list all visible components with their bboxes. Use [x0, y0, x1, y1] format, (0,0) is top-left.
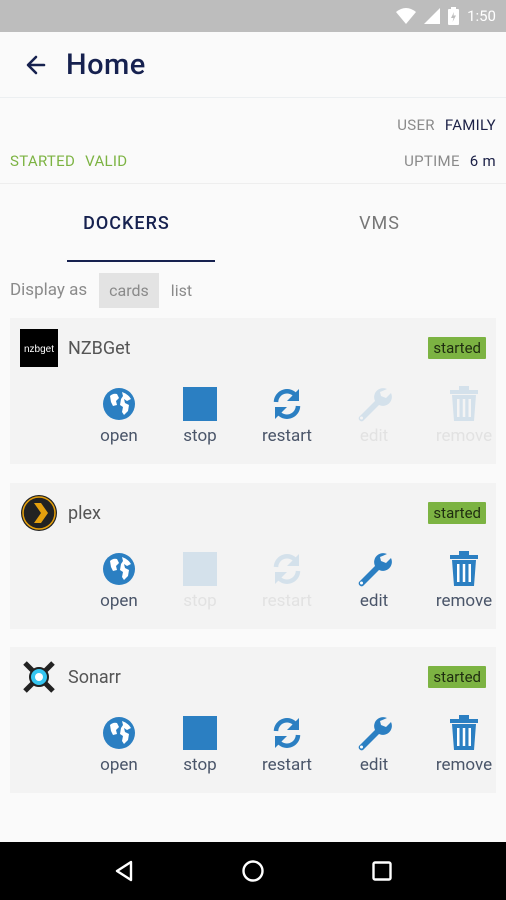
nzbget-logo: nzbget: [20, 329, 58, 367]
signal-icon: [424, 8, 441, 24]
restart-button[interactable]: restart: [242, 713, 332, 775]
globe-icon: [74, 384, 164, 424]
restart-label: restart: [262, 591, 312, 611]
trash-icon: [419, 384, 506, 424]
tab-bar: DOCKERS VMS: [0, 184, 506, 262]
stop-label: stop: [183, 426, 217, 446]
wrench-icon: [329, 549, 419, 589]
back-button[interactable]: [6, 32, 66, 98]
open-label: open: [100, 591, 138, 611]
open-button[interactable]: open: [74, 713, 164, 775]
globe-icon: [74, 549, 164, 589]
display-label: Display as: [10, 280, 88, 300]
restart-icon: [242, 713, 332, 753]
stop-icon: [155, 549, 245, 589]
open-label: open: [100, 755, 138, 775]
stop-button[interactable]: stop: [155, 384, 245, 446]
server-info: USER FAMILY STARTED VALID UPTIME 6 m: [0, 98, 506, 184]
restart-button[interactable]: restart: [242, 384, 332, 446]
edit-label: edit: [359, 755, 389, 775]
triangle-back-icon: [116, 860, 133, 882]
remove-label: remove: [435, 591, 493, 611]
remove-button[interactable]: remove: [419, 713, 506, 775]
back-nav-button[interactable]: [94, 842, 154, 900]
open-button[interactable]: open: [74, 549, 164, 611]
stop-button[interactable]: stop: [155, 713, 245, 775]
svg-text:nzbget: nzbget: [24, 344, 54, 355]
user-label: USER: [397, 116, 435, 134]
restart-button: restart: [242, 549, 332, 611]
clock-time: 1:50: [467, 7, 496, 25]
system-nav-bar: [0, 842, 506, 900]
open-label: open: [100, 426, 138, 446]
sonarr-logo: [20, 658, 58, 696]
restart-icon: [242, 384, 332, 424]
page-title: Home: [66, 47, 146, 82]
docker-name: NZBGet: [68, 337, 131, 359]
array-state: STARTED: [10, 152, 76, 170]
remove-label: remove: [435, 755, 493, 775]
display-option-list[interactable]: list: [161, 273, 202, 308]
docker-name: plex: [68, 502, 101, 524]
trash-icon: [419, 549, 506, 589]
plex-logo: [20, 494, 58, 532]
docker-actions: open stop restart edit remove: [10, 384, 496, 454]
edit-label: edit: [359, 591, 389, 611]
registration-state: VALID: [85, 152, 128, 170]
docker-card-plex: plex started open stop restart edit remove: [10, 483, 496, 629]
wrench-icon: [329, 384, 419, 424]
docker-actions: open stop restart edit remove: [10, 713, 496, 783]
trash-icon: [419, 713, 506, 753]
stop-icon: [155, 384, 245, 424]
stop-icon: [155, 713, 245, 753]
docker-name: Sonarr: [68, 666, 121, 688]
stop-button: stop: [155, 549, 245, 611]
docker-actions: open stop restart edit remove: [10, 549, 496, 619]
remove-button: remove: [419, 384, 506, 446]
edit-button[interactable]: edit: [329, 549, 419, 611]
edit-button[interactable]: edit: [329, 713, 419, 775]
stop-label: stop: [183, 591, 217, 611]
uptime-value: 6 m: [469, 152, 496, 170]
tab-vms[interactable]: VMS: [253, 184, 506, 262]
recents-nav-button[interactable]: [352, 842, 412, 900]
app-bar: Home: [0, 32, 506, 98]
wifi-icon: [396, 8, 417, 24]
docker-card-nzbget: nzbget NZBGet started open stop restart edi…: [10, 318, 496, 464]
arrow-left-icon: [26, 55, 46, 74]
display-toggle: Display as cards list: [10, 272, 202, 308]
display-option-cards[interactable]: cards: [99, 272, 159, 308]
status-badge: started: [428, 502, 486, 524]
globe-icon: [74, 713, 164, 753]
status-badge: started: [428, 666, 486, 688]
remove-label: remove: [435, 426, 493, 446]
circle-home-icon: [242, 860, 264, 882]
stop-label: stop: [183, 755, 217, 775]
battery-icon: [448, 7, 460, 25]
restart-label: restart: [262, 755, 312, 775]
uptime-label: UPTIME: [404, 152, 460, 170]
square-recents-icon: [371, 861, 392, 881]
edit-button: edit: [329, 384, 419, 446]
open-button[interactable]: open: [74, 384, 164, 446]
docker-card-sonarr: Sonarr started open stop restart edit remove: [10, 647, 496, 793]
status-badge: started: [428, 337, 486, 359]
remove-button[interactable]: remove: [419, 549, 506, 611]
tab-dockers[interactable]: DOCKERS: [0, 184, 253, 262]
edit-label: edit: [359, 426, 389, 446]
user-value: FAMILY: [444, 116, 496, 134]
wrench-icon: [329, 713, 419, 753]
status-bar: 1:50: [0, 0, 506, 32]
restart-icon: [242, 549, 332, 589]
restart-label: restart: [262, 426, 312, 446]
home-nav-button[interactable]: [223, 842, 283, 900]
